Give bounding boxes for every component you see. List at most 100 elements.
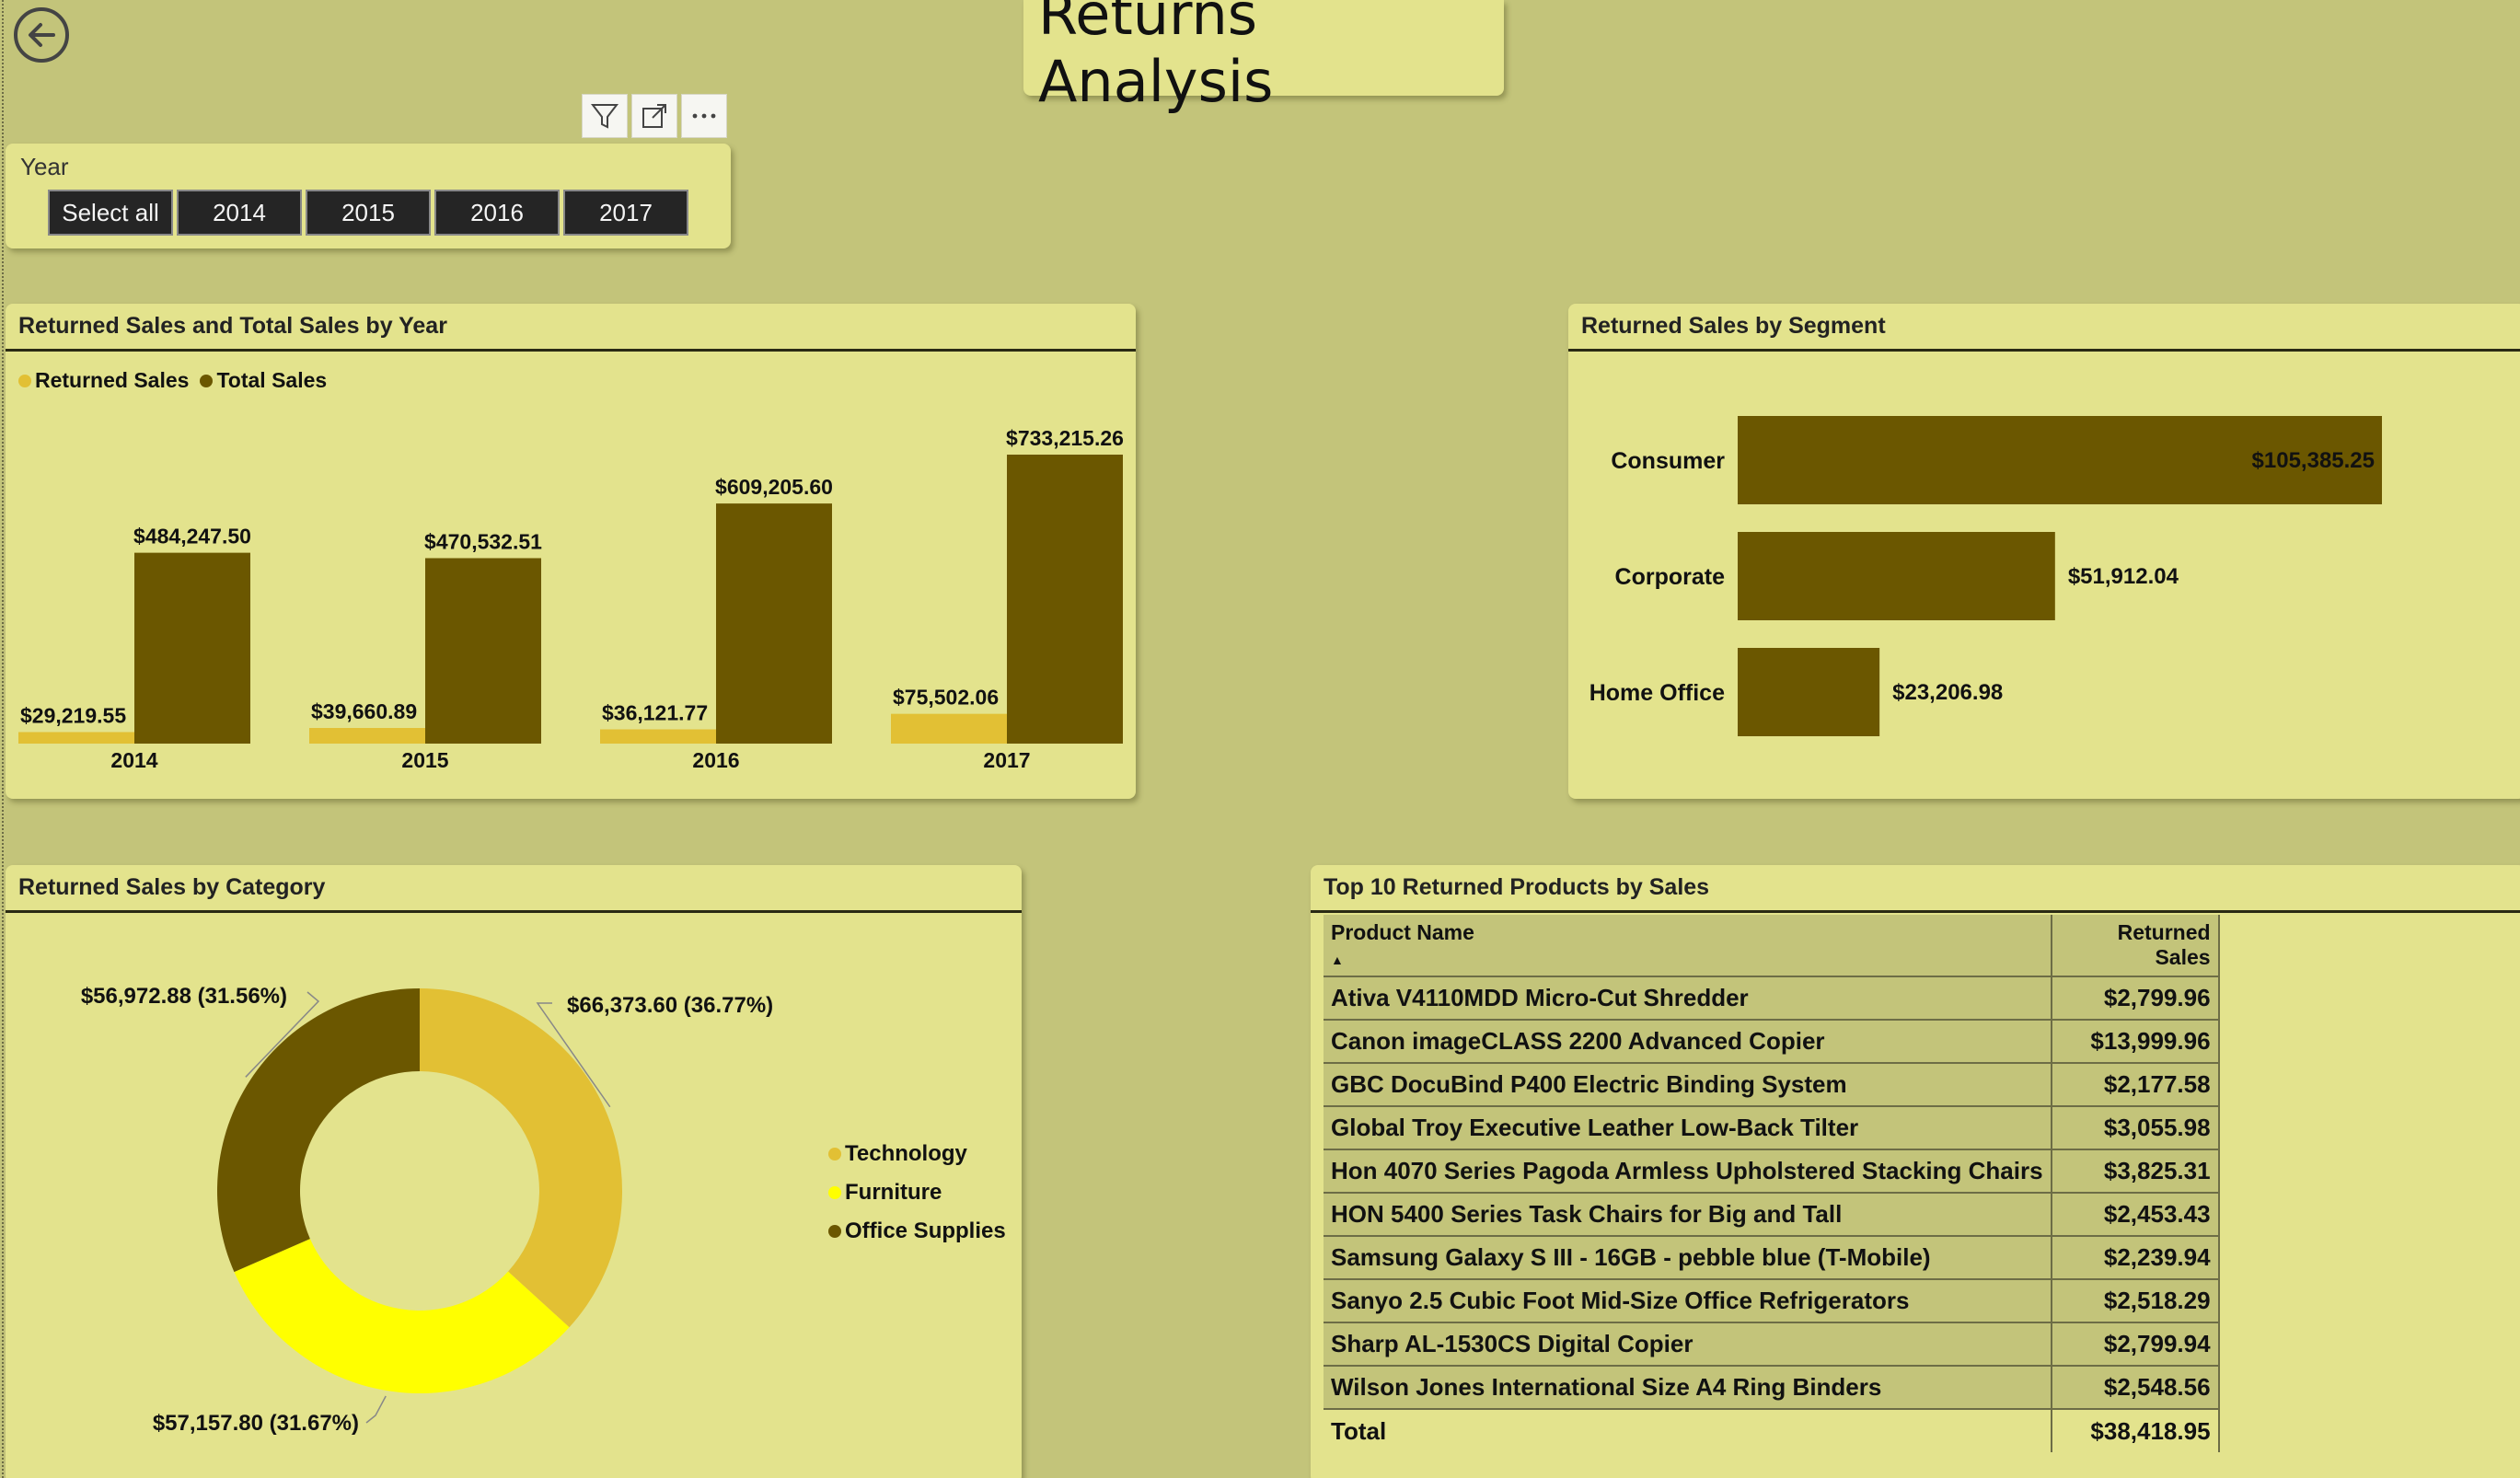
segment-bar[interactable]: [1738, 532, 2055, 620]
slicer-option-2015[interactable]: 2015: [306, 190, 431, 236]
table-row[interactable]: Global Troy Executive Leather Low-Back T…: [1324, 1106, 2220, 1150]
product-name-cell: Wilson Jones International Size A4 Ring …: [1324, 1366, 2052, 1410]
slicer-option-2016[interactable]: 2016: [434, 190, 560, 236]
filter-icon[interactable]: [582, 94, 628, 138]
total-sales-bar[interactable]: [716, 503, 832, 744]
sales-by-segment-chart: Consumer $105,385.25 Corporate $51,912.04 Ho…: [1589, 416, 2382, 736]
table-row[interactable]: Sanyo 2.5 Cubic Foot Mid-Size Office Ref…: [1324, 1279, 2220, 1323]
slicer-option-2014[interactable]: 2014: [177, 190, 302, 236]
page-title: Returns Analysis: [1038, 0, 1274, 115]
legend-dot-furniture: [828, 1186, 841, 1199]
table-row[interactable]: Samsung Galaxy S III - 16GB - pebble blu…: [1324, 1236, 2220, 1280]
sales-by-year-chart: $29,219.55 $484,247.50 2014 $39,660.89 $470,…: [18, 426, 1124, 772]
returned-sales-bar[interactable]: [309, 728, 425, 744]
slicer-options: Select all 2014 2015 2016 2017: [48, 190, 688, 236]
leader-line: [365, 1395, 387, 1424]
returned-sales-cell: $2,799.94: [2051, 1322, 2220, 1367]
slicer-option-2017[interactable]: 2017: [563, 190, 688, 236]
table-row[interactable]: GBC DocuBind P400 Electric Binding Syste…: [1324, 1063, 2220, 1107]
sales-by-category-legend: Technology Furniture Office Supplies: [828, 1141, 1006, 1257]
sort-ascending-icon: ▲: [1331, 953, 1344, 967]
returned-sales-bar[interactable]: [18, 732, 134, 744]
slicer-visual-header: [582, 94, 727, 138]
segment-data-label: $23,206.98: [1892, 680, 2003, 705]
donut-slice-office-supplies[interactable]: [216, 988, 420, 1273]
x-axis-tick-label: 2016: [692, 748, 739, 772]
returned-sales-cell: $2,177.58: [2051, 1063, 2220, 1107]
page-title-card: Returns Analysis: [1023, 0, 1504, 115]
column-header-product-name[interactable]: Product Name ▲: [1324, 915, 2052, 977]
returned-sales-bar[interactable]: [891, 713, 1007, 744]
returned-sales-cell: $3,055.98: [2051, 1106, 2220, 1150]
table-row[interactable]: Hon 4070 Series Pagoda Armless Upholster…: [1324, 1149, 2220, 1194]
returned-sales-cell: $2,518.29: [2051, 1279, 2220, 1323]
back-arrow-icon[interactable]: [13, 6, 70, 64]
legend-label-furniture: Furniture: [845, 1180, 942, 1205]
top-products-title: Top 10 Returned Products by Sales: [1311, 865, 2520, 913]
table-row[interactable]: HON 5400 Series Task Chairs for Big and …: [1324, 1193, 2220, 1237]
table-row[interactable]: Sharp AL-1530CS Digital Copier $2,799.94: [1324, 1322, 2220, 1367]
total-label-cell: Total: [1324, 1409, 2052, 1452]
sales-by-year-card: Returned Sales and Total Sales by Year R…: [6, 304, 1136, 799]
product-name-cell: HON 5400 Series Task Chairs for Big and …: [1324, 1193, 2052, 1237]
table-row[interactable]: Ativa V4110MDD Micro-Cut Shredder $2,799.…: [1324, 976, 2220, 1021]
segment-data-label: $105,385.25: [2252, 448, 2375, 473]
product-name-cell: Global Troy Executive Leather Low-Back T…: [1324, 1106, 2052, 1150]
returned-sales-data-label: $75,502.06: [893, 686, 999, 710]
legend-technology[interactable]: Technology: [828, 1141, 1006, 1167]
total-sales-data-label: $484,247.50: [133, 525, 251, 548]
returned-sales-cell: $2,239.94: [2051, 1236, 2220, 1280]
returned-sales-cell: $2,548.56: [2051, 1366, 2220, 1410]
legend-label-technology: Technology: [845, 1141, 967, 1166]
slicer-option-select-all[interactable]: Select all: [48, 190, 173, 236]
product-name-cell: Sanyo 2.5 Cubic Foot Mid-Size Office Ref…: [1324, 1279, 2052, 1323]
returned-sales-cell: $2,799.96: [2051, 976, 2220, 1021]
returned-sales-cell: $3,825.31: [2051, 1149, 2220, 1194]
returned-sales-cell: $13,999.96: [2051, 1020, 2220, 1064]
top-products-table: Product Name ▲ Returned Sales Ativa V411…: [1324, 915, 2220, 1452]
product-name-cell: Ativa V4110MDD Micro-Cut Shredder: [1324, 976, 2052, 1021]
returned-sales-data-label: $29,219.55: [20, 703, 126, 727]
x-axis-tick-label: 2017: [983, 748, 1030, 772]
returned-sales-data-label: $36,121.77: [602, 701, 708, 725]
canvas-edge: [2, 0, 4, 1478]
table-header-row: Product Name ▲ Returned Sales: [1324, 915, 2220, 977]
column-header-product-name-label: Product Name: [1331, 920, 1474, 944]
product-name-cell: GBC DocuBind P400 Electric Binding Syste…: [1324, 1063, 2052, 1107]
segment-data-label: $51,912.04: [2068, 564, 2179, 589]
top-products-card: Top 10 Returned Products by Sales Produc…: [1311, 865, 2520, 1478]
table-row[interactable]: Wilson Jones International Size A4 Ring …: [1324, 1366, 2220, 1410]
total-sales-data-label: $733,215.26: [1006, 426, 1124, 450]
returned-sales-cell: $2,453.43: [2051, 1193, 2220, 1237]
table-row[interactable]: Canon imageCLASS 2200 Advanced Copier $13…: [1324, 1020, 2220, 1064]
focus-mode-icon[interactable]: [631, 94, 677, 138]
y-axis-category-label: Consumer: [1611, 448, 1725, 474]
column-header-returned-sales[interactable]: Returned Sales: [2051, 915, 2220, 977]
legend-office-supplies[interactable]: Office Supplies: [828, 1218, 1006, 1244]
y-axis-category-label: Corporate: [1615, 564, 1726, 590]
product-name-cell: Samsung Galaxy S III - 16GB - pebble blu…: [1324, 1236, 2052, 1280]
sales-by-segment-card: Returned Sales by Segment Consumer $105,3…: [1568, 304, 2520, 799]
sales-by-category-card: Returned Sales by Category $66,373.60 (3…: [6, 865, 1022, 1478]
product-name-cell: Canon imageCLASS 2200 Advanced Copier: [1324, 1020, 2052, 1064]
total-sales-bar[interactable]: [425, 558, 541, 744]
product-name-cell: Sharp AL-1530CS Digital Copier: [1324, 1322, 2052, 1367]
product-name-cell: Hon 4070 Series Pagoda Armless Upholster…: [1324, 1149, 2052, 1194]
legend-furniture[interactable]: Furniture: [828, 1180, 1006, 1206]
more-options-icon[interactable]: [681, 94, 727, 138]
legend-dot-technology: [828, 1148, 841, 1160]
legend-dot-office-supplies: [828, 1225, 841, 1238]
donut-data-label: $66,373.60 (36.77%): [567, 993, 773, 1018]
year-slicer: Year Select all 2014 2015 2016 2017: [6, 144, 731, 248]
table-total-row: Total $38,418.95: [1324, 1409, 2220, 1452]
y-axis-category-label: Home Office: [1589, 680, 1725, 706]
total-sales-bar[interactable]: [134, 552, 250, 744]
total-sales-bar[interactable]: [1007, 455, 1123, 744]
donut-data-label: $57,157.80 (31.67%): [153, 1411, 359, 1436]
slicer-label: Year: [20, 153, 69, 180]
total-value-cell: $38,418.95: [2051, 1409, 2220, 1452]
segment-bar[interactable]: [1738, 648, 1880, 736]
donut-slice-technology[interactable]: [420, 988, 622, 1328]
returned-sales-bar[interactable]: [600, 729, 716, 744]
returned-sales-data-label: $39,660.89: [311, 699, 417, 723]
